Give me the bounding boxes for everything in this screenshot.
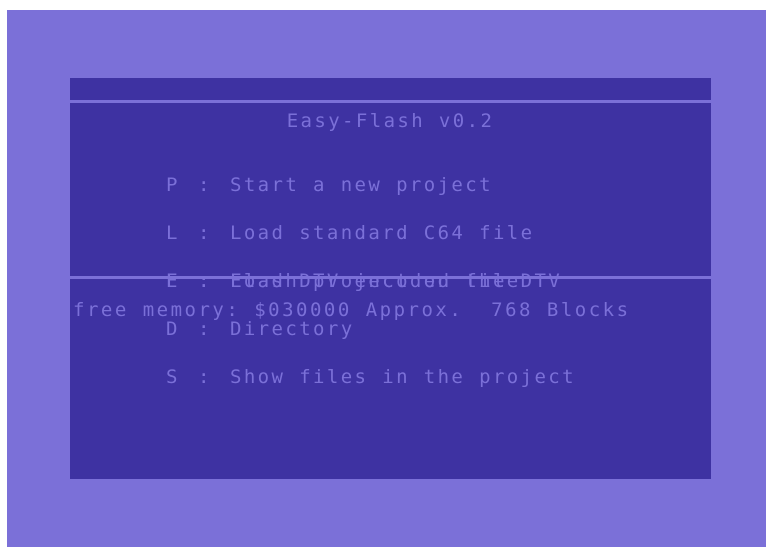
menu-key: L	[166, 222, 180, 244]
app-title: Easy-Flash v0.2	[286, 110, 495, 132]
top-bar	[70, 78, 711, 100]
free-memory-status: free memory: $030000 Approx. 768 Blocks	[73, 299, 631, 321]
menu-separator: :	[198, 318, 212, 340]
menu-item-new-project[interactable]: P : Start a new project	[166, 174, 576, 196]
menu-label: Load standard C64 file	[230, 222, 535, 244]
menu-item-directory[interactable]: D : Directory	[166, 318, 576, 340]
menu-label: Directory	[230, 318, 355, 340]
menu-separator: :	[198, 174, 212, 196]
divider-middle	[70, 276, 711, 279]
menu-item-show-files[interactable]: S : Show files in the project	[166, 366, 576, 388]
menu-separator: :	[198, 222, 212, 244]
menu-label: Show files in the project	[230, 366, 576, 388]
menu-key: S	[166, 366, 180, 388]
menu-item-load-c64[interactable]: L : Load standard C64 file	[166, 222, 576, 244]
menu-separator: :	[198, 366, 212, 388]
divider-top	[70, 100, 711, 103]
menu-label: Start a new project	[230, 174, 493, 196]
c64-screen: Easy-Flash v0.2 P : Start a new project …	[70, 78, 711, 479]
menu-key: P	[166, 174, 180, 196]
